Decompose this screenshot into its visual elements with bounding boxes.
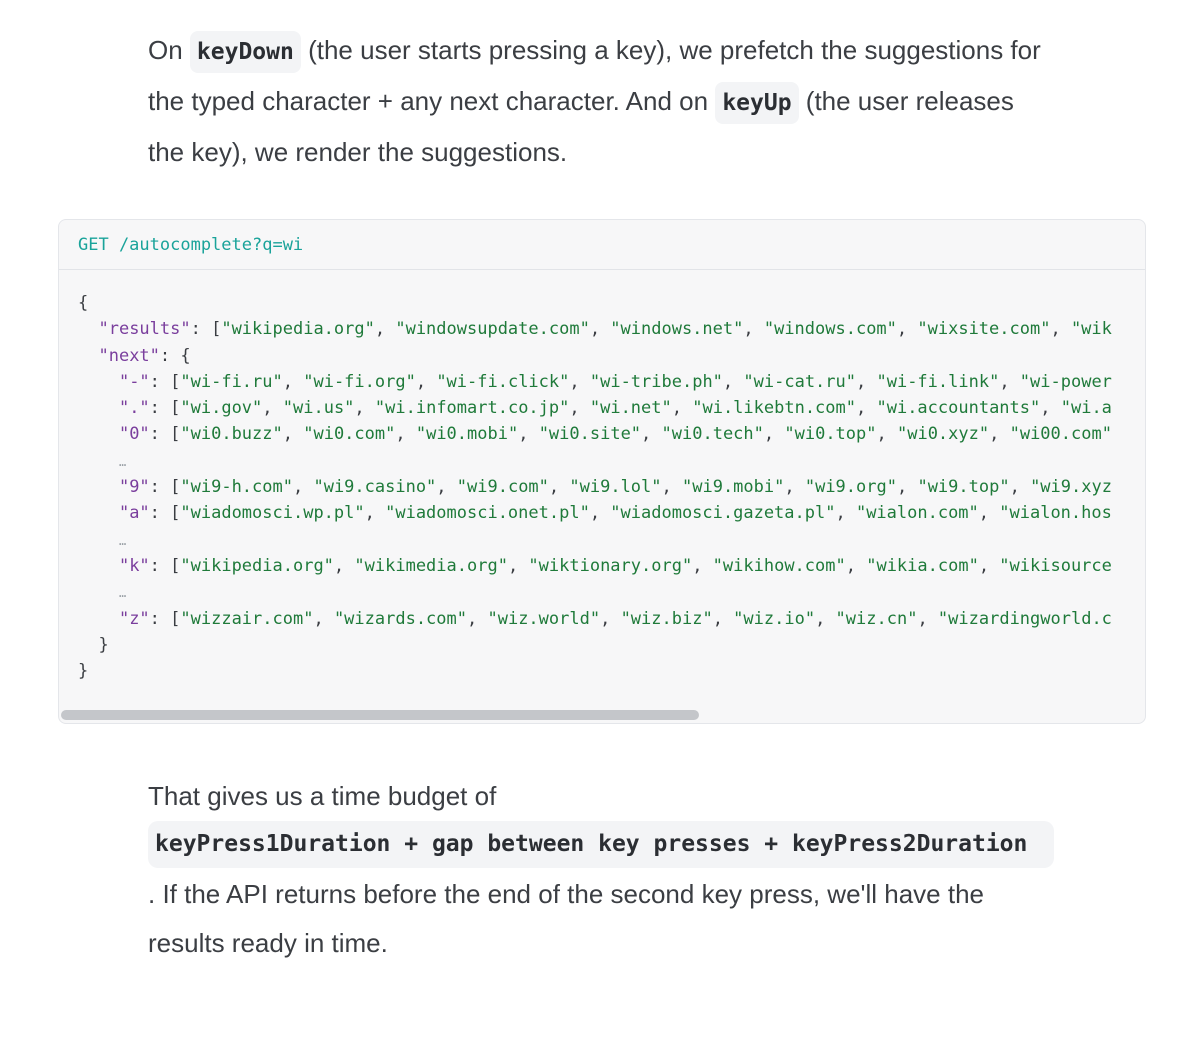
- code-time-budget: keyPress1Duration + gap between key pres…: [148, 821, 1054, 868]
- code-line: "a": ["wiadomosci.wp.pl", "wiadomosci.on…: [118, 503, 1112, 524]
- code-line: …: [118, 533, 127, 548]
- code-block-body: { "results": ["wikipedia.org", "windowsu…: [78, 290, 1145, 684]
- code-line: "z": ["wizzair.com", "wizards.com", "wiz…: [118, 608, 1112, 629]
- code-line: }: [78, 661, 89, 682]
- code-line: …: [118, 454, 127, 469]
- code-line: ".": ["wi.gov", "wi.us", "wi.infomart.co…: [118, 398, 1112, 419]
- code-line: "0": ["wi0.buzz", "wi0.com", "wi0.mobi",…: [118, 424, 1112, 445]
- code-line: "k": ["wikipedia.org", "wikimedia.org", …: [118, 555, 1112, 576]
- outro-text-1: That gives us a time budget of: [148, 781, 497, 811]
- code-line: }: [78, 634, 109, 655]
- code-line: "9": ["wi9-h.com", "wi9.casino", "wi9.co…: [118, 477, 1112, 498]
- horizontal-scrollbar[interactable]: [59, 705, 1145, 723]
- inline-code-keyup: keyUp: [715, 82, 799, 124]
- code-block: GET /autocomplete?q=wi { "results": ["wi…: [58, 219, 1146, 724]
- request-line: GET /autocomplete?q=wi: [78, 234, 304, 255]
- outro-text-2: . If the API returns before the end of t…: [148, 879, 985, 958]
- scrollbar-thumb[interactable]: [61, 710, 699, 720]
- code-line: "-": ["wi-fi.ru", "wi-fi.org", "wi-fi.cl…: [118, 371, 1112, 392]
- code-line: {: [78, 293, 89, 313]
- code-line: …: [118, 586, 127, 601]
- inline-code-keydown: keyDown: [189, 31, 301, 73]
- code-line: "next": {: [98, 345, 191, 366]
- code-line: "results": ["wikipedia.org", "windowsupd…: [98, 319, 1112, 340]
- code-block-header: GET /autocomplete?q=wi: [59, 220, 1145, 270]
- outro-paragraph: That gives us a time budget of keyPress1…: [148, 772, 1054, 968]
- intro-text-1: On: [148, 35, 190, 65]
- intro-paragraph: On keyDown (the user starts pressing a k…: [148, 26, 1048, 177]
